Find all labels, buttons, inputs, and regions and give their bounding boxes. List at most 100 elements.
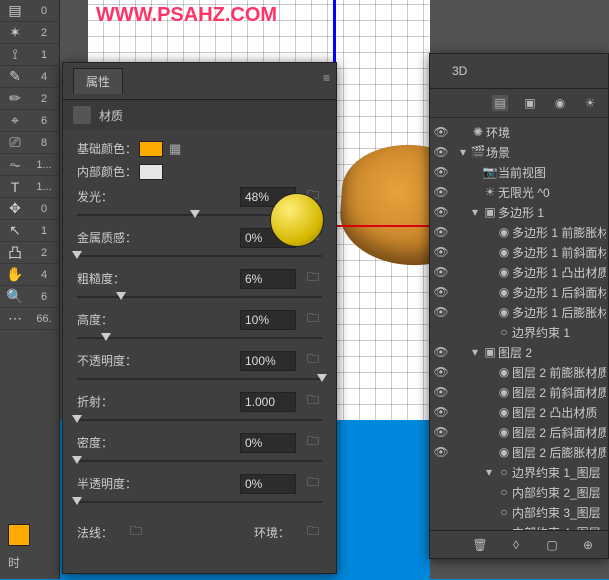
node-label[interactable]: 当前视图 <box>498 164 606 181</box>
foreground-swatch[interactable] <box>8 524 30 546</box>
visibility-eye-icon[interactable]: 👁 <box>430 445 452 459</box>
folder-icon[interactable]: 🗀 <box>304 522 322 543</box>
tool-icon[interactable]: ▤ <box>0 0 30 22</box>
visibility-eye-icon[interactable]: 👁 <box>430 185 452 199</box>
slider-value-input[interactable] <box>240 269 296 289</box>
twisty-icon[interactable]: ▾ <box>468 205 482 219</box>
tool-icon[interactable]: ✶ <box>0 22 30 44</box>
light-icon[interactable]: ◊ <box>508 537 524 553</box>
tool-icon[interactable]: T <box>0 176 30 198</box>
visibility-eye-icon[interactable]: 👁 <box>430 165 452 179</box>
slider-track[interactable] <box>77 291 322 305</box>
node-label[interactable]: 边界约束 1 <box>512 324 606 341</box>
tool-icon[interactable]: ⋯ <box>0 308 30 330</box>
visibility-eye-icon[interactable]: 👁 <box>430 205 452 219</box>
slider-track[interactable] <box>77 373 322 387</box>
visibility-eye-icon[interactable]: 👁 <box>430 225 452 239</box>
node-label[interactable]: 图层 2 后斜面材质 <box>512 424 606 441</box>
tool-icon[interactable]: 🔍 <box>0 286 30 308</box>
node-label[interactable]: 内部约束 3_图层 <box>512 504 606 521</box>
tool-icon[interactable]: ✏ <box>0 88 30 110</box>
filter-material-icon[interactable]: ◉ <box>552 95 568 111</box>
slider-thumb[interactable] <box>190 210 200 218</box>
basic-color-swatch[interactable] <box>139 141 163 157</box>
tool-icon[interactable]: ⎚ <box>0 132 30 154</box>
visibility-eye-icon[interactable]: 👁 <box>430 385 452 399</box>
slider-value-input[interactable] <box>240 474 296 494</box>
slider-thumb[interactable] <box>72 251 82 259</box>
panel-menu-icon[interactable]: ≡ <box>323 71 330 85</box>
new-icon[interactable]: ⊕ <box>580 537 596 553</box>
visibility-eye-icon[interactable]: 👁 <box>430 365 452 379</box>
node-label[interactable]: 图层 2 前膨胀材质 <box>512 364 606 381</box>
filter-scene-icon[interactable]: ▤ <box>492 95 508 111</box>
visibility-eye-icon[interactable]: 👁 <box>430 125 452 139</box>
folder-icon[interactable]: 🗀 <box>127 522 145 543</box>
scene-tree[interactable]: 👁✺环境👁▾🎬场景👁📷当前视图👁☀无限光 ^0👁▾▣多边形 1👁◉多边形 1 前… <box>430 118 608 546</box>
tool-icon[interactable]: ⏦ <box>0 154 30 176</box>
slider-thumb[interactable] <box>72 456 82 464</box>
node-label[interactable]: 图层 2 前斜面材质 <box>512 384 606 401</box>
tool-icon[interactable]: ✥ <box>0 198 30 220</box>
node-label[interactable]: 无限光 ^0 <box>498 184 606 201</box>
node-label[interactable]: 多边形 1 前膨胀材 <box>512 224 606 241</box>
node-label[interactable]: 场景 <box>486 144 606 161</box>
visibility-eye-icon[interactable]: 👁 <box>430 425 452 439</box>
folder-icon[interactable]: 🗀 <box>304 309 322 330</box>
texture-picker-icon[interactable]: ▦ <box>169 141 185 157</box>
slider-thumb[interactable] <box>116 292 126 300</box>
filter-mesh-icon[interactable]: ▣ <box>522 95 538 111</box>
inner-color-swatch[interactable] <box>139 164 163 180</box>
visibility-eye-icon[interactable]: 👁 <box>430 345 452 359</box>
slider-track[interactable] <box>77 496 322 510</box>
folder-icon[interactable]: 🗀 <box>304 350 322 371</box>
visibility-eye-icon[interactable]: 👁 <box>430 305 452 319</box>
node-label[interactable]: 多边形 1 凸出材质 <box>512 264 606 281</box>
slider-track[interactable] <box>77 455 322 469</box>
slider-value-input[interactable] <box>240 351 296 371</box>
slider-thumb[interactable] <box>72 415 82 423</box>
folder-icon[interactable]: 🗀 <box>304 391 322 412</box>
folder-icon[interactable]: 🗀 <box>304 473 322 494</box>
threeD-tab[interactable]: 3D <box>440 60 479 82</box>
twisty-icon[interactable]: ▾ <box>456 145 470 159</box>
slider-value-input[interactable] <box>240 392 296 412</box>
trash-icon[interactable]: 🗑 <box>472 537 488 553</box>
twisty-icon[interactable]: ▾ <box>468 345 482 359</box>
folder-icon[interactable]: 🗀 <box>304 268 322 289</box>
tool-icon[interactable]: ✋ <box>0 264 30 286</box>
visibility-eye-icon[interactable]: 👁 <box>430 265 452 279</box>
tool-icon[interactable]: ⌖ <box>0 110 30 132</box>
slider-track[interactable] <box>77 332 322 346</box>
node-label[interactable]: 图层 2 <box>498 344 606 361</box>
folder-icon[interactable]: 🗀 <box>304 432 322 453</box>
slider-value-input[interactable] <box>240 310 296 330</box>
node-label[interactable]: 多边形 1 后斜面材 <box>512 284 606 301</box>
slider-thumb[interactable] <box>317 374 327 382</box>
tool-icon[interactable]: 凸 <box>0 242 30 264</box>
node-label[interactable]: 边界约束 1_图层 <box>512 464 606 481</box>
material-preview-sphere[interactable] <box>270 193 324 247</box>
twisty-icon[interactable]: ▾ <box>482 465 496 479</box>
node-label[interactable]: 多边形 1 <box>498 204 606 221</box>
slider-track[interactable] <box>77 250 322 264</box>
slider-thumb[interactable] <box>101 333 111 341</box>
tool-icon[interactable]: ⟟ <box>0 44 30 66</box>
node-label[interactable]: 内部约束 2_图层 <box>512 484 606 501</box>
node-label[interactable]: 图层 2 凸出材质 <box>512 404 606 421</box>
filter-light-icon[interactable]: ☀ <box>582 95 598 111</box>
tool-icon[interactable]: ↖ <box>0 220 30 242</box>
slider-track[interactable] <box>77 414 322 428</box>
visibility-eye-icon[interactable]: 👁 <box>430 405 452 419</box>
tool-icon[interactable]: ✎ <box>0 66 30 88</box>
visibility-eye-icon[interactable]: 👁 <box>430 285 452 299</box>
render-icon[interactable]: ▢ <box>544 537 560 553</box>
properties-tab[interactable]: 属性 <box>73 68 123 94</box>
node-label[interactable]: 环境 <box>486 124 606 141</box>
node-label[interactable]: 图层 2 后膨胀材质 <box>512 444 606 461</box>
slider-value-input[interactable] <box>240 433 296 453</box>
node-label[interactable]: 多边形 1 后膨胀材 <box>512 304 606 321</box>
visibility-eye-icon[interactable]: 👁 <box>430 145 452 159</box>
slider-thumb[interactable] <box>72 497 82 505</box>
node-label[interactable]: 多边形 1 前斜面材 <box>512 244 606 261</box>
